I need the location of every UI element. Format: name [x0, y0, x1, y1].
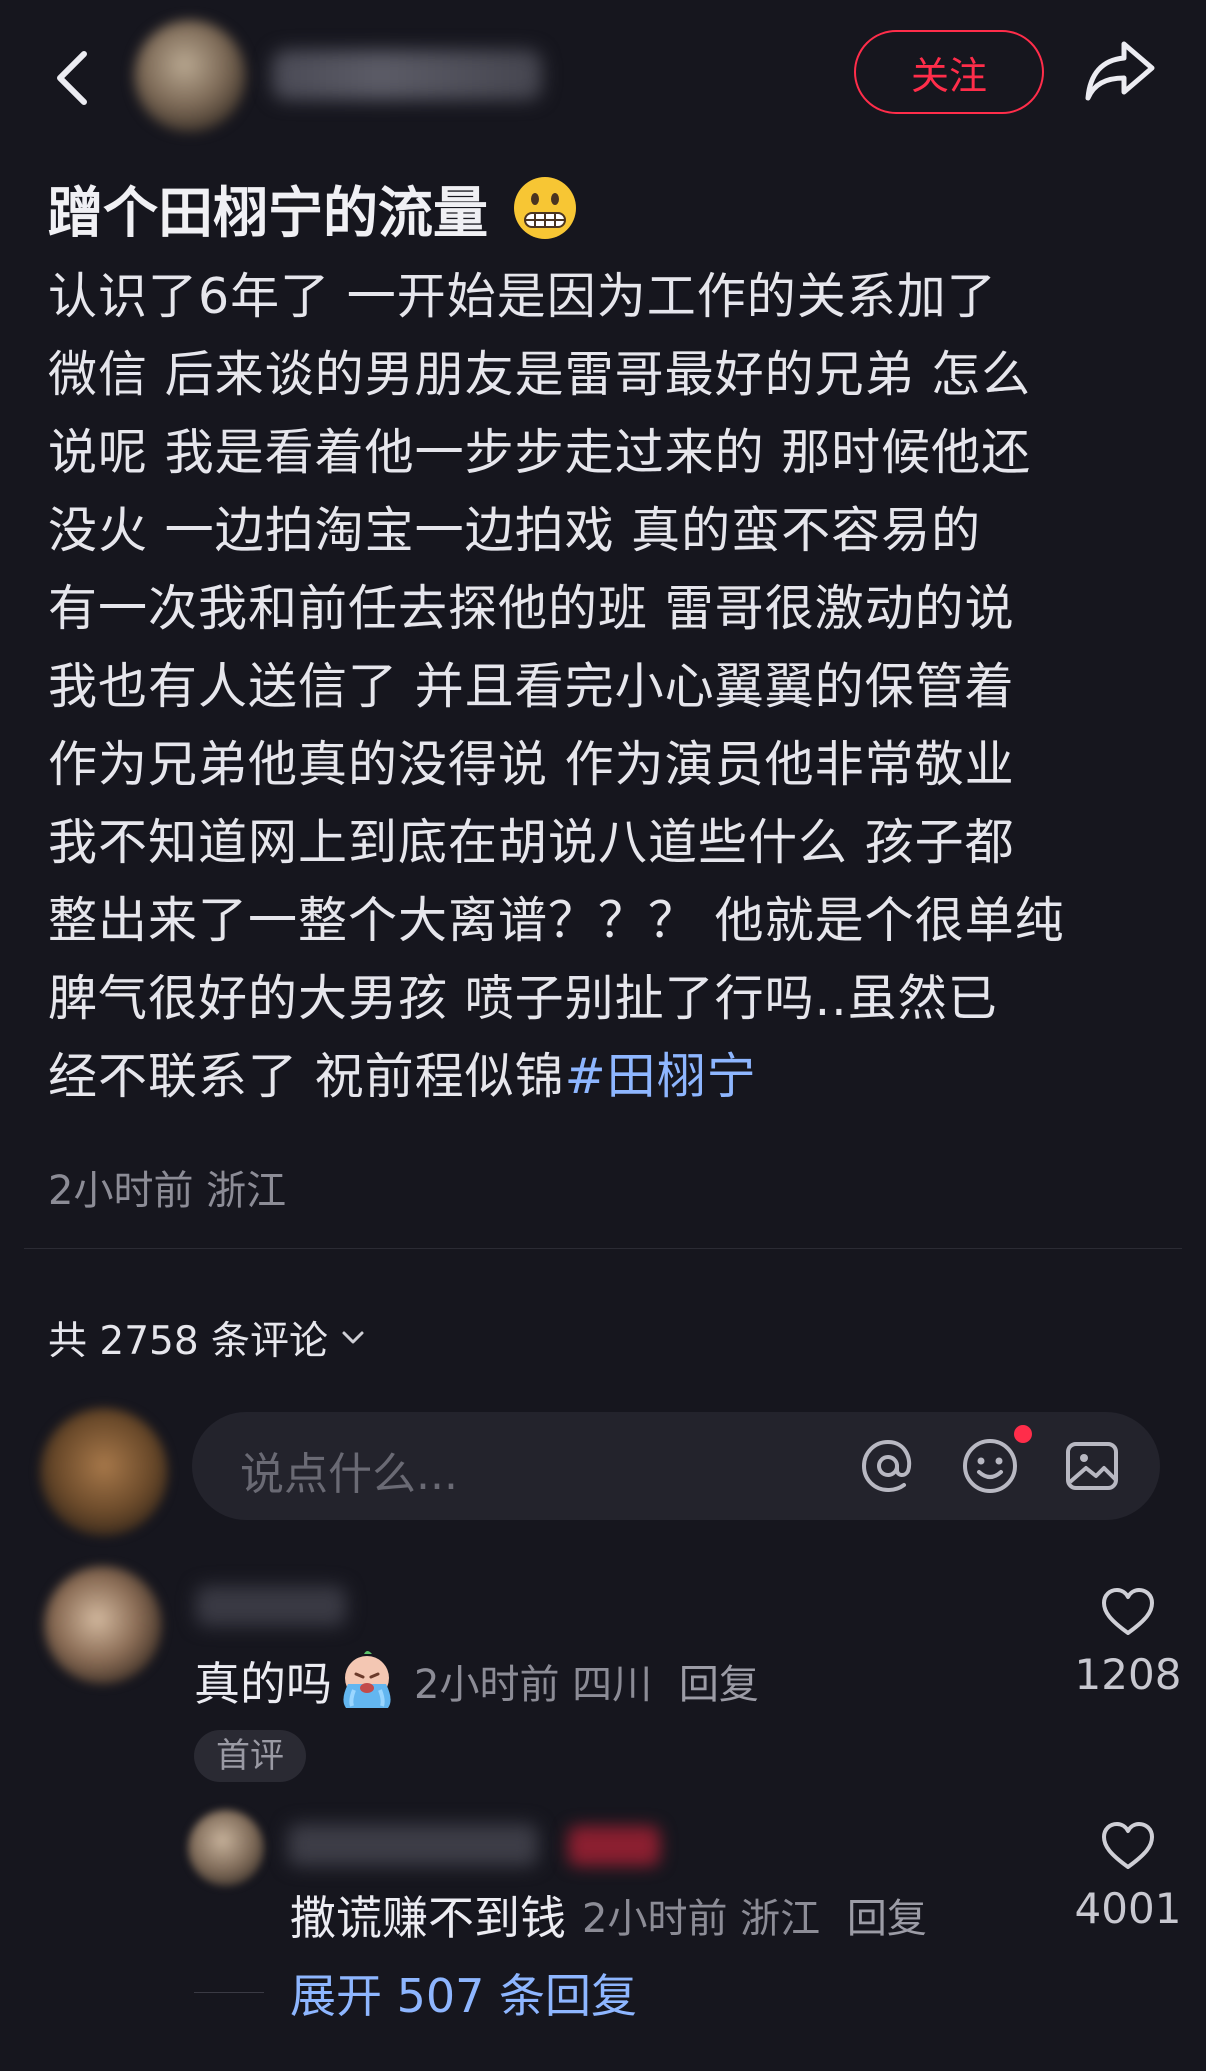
like-button[interactable]: [1100, 1820, 1156, 1876]
emoji-button[interactable]: [960, 1436, 1020, 1496]
like-count: 1208: [1074, 1650, 1182, 1699]
comment-count-sort[interactable]: 共 2758 条评论: [48, 1310, 366, 1366]
post-time: 2小时前: [48, 1168, 194, 1214]
comment-text: 真的吗: [194, 1657, 332, 1711]
reply-meta: 2小时前 浙江 回复: [582, 1886, 927, 1944]
heart-icon: [1102, 1822, 1154, 1869]
reply-time: 2小时前: [582, 1896, 728, 1942]
chevron-down-icon: [342, 1331, 364, 1344]
comment-body: 真的吗 2小时前 四川 回复: [194, 1648, 759, 1714]
mention-button[interactable]: [858, 1436, 918, 1496]
author-avatar[interactable]: [134, 20, 246, 132]
share-button[interactable]: [1082, 36, 1158, 106]
post-location: 浙江: [206, 1168, 287, 1214]
reply-button[interactable]: 回复: [847, 1896, 927, 1942]
post-meta: 2小时前 浙江: [48, 1158, 286, 1216]
first-comment-badge: 首评: [194, 1730, 306, 1782]
post-body: 认识了6年了 一开始是因为工作的关系加了 微信 后来谈的男朋友是雷哥最好的兄弟 …: [48, 258, 1178, 1116]
crying-face-icon: [336, 1650, 398, 1712]
like-count: 4001: [1074, 1884, 1182, 1933]
divider: [24, 1248, 1182, 1249]
comment-location: 四川: [572, 1662, 653, 1708]
author-tag-blurred: [568, 1826, 660, 1866]
author-name-blurred[interactable]: [272, 50, 542, 100]
reply-body: 撒谎赚不到钱 2小时前 浙江 回复: [290, 1882, 927, 1948]
divider: [194, 1992, 264, 1993]
replier-avatar[interactable]: [188, 1810, 264, 1886]
hashtag-link[interactable]: #田栩宁: [565, 1048, 757, 1105]
post-title-text: 蹭个田栩宁的流量: [48, 181, 489, 245]
post-title: 蹭个田栩宁的流量: [48, 168, 578, 248]
comment-time: 2小时前: [414, 1662, 560, 1708]
comment-count-label: 共 2758 条评论: [48, 1319, 329, 1364]
image-button[interactable]: [1062, 1436, 1122, 1496]
follow-button[interactable]: 关注: [854, 30, 1044, 114]
commenter-avatar[interactable]: [44, 1566, 162, 1684]
replier-name-blurred[interactable]: [288, 1824, 538, 1866]
reply-button[interactable]: 回复: [679, 1662, 759, 1708]
back-button[interactable]: [48, 48, 98, 108]
grimacing-face-icon: [512, 175, 578, 241]
share-icon: [1085, 41, 1155, 101]
reply-location: 浙江: [740, 1896, 821, 1942]
my-avatar: [40, 1408, 168, 1536]
comment-input-placeholder: 说点什么...: [240, 1449, 458, 1500]
smiley-icon: [963, 1439, 1017, 1493]
reply-text: 撒谎赚不到钱: [290, 1891, 566, 1945]
post-body-text: 认识了6年了 一开始是因为工作的关系加了 微信 后来谈的男朋友是雷哥最好的兄弟 …: [48, 268, 1065, 1105]
chevron-left-icon: [57, 51, 87, 105]
comment-meta: 2小时前 四川 回复: [414, 1652, 759, 1710]
like-button[interactable]: [1100, 1586, 1156, 1642]
heart-icon: [1102, 1588, 1154, 1635]
image-icon: [1066, 1442, 1118, 1490]
at-icon: [861, 1439, 912, 1493]
expand-replies-button[interactable]: 展开 507 条回复: [290, 1960, 637, 2026]
commenter-name-blurred[interactable]: [196, 1586, 346, 1626]
notification-dot: [1014, 1425, 1032, 1443]
